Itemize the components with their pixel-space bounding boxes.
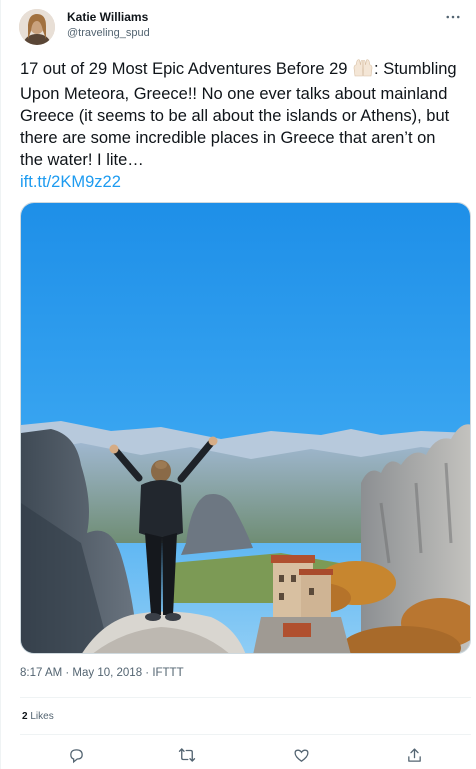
- author-handle[interactable]: @traveling_spud: [67, 27, 150, 39]
- raising-hands-icon: [352, 59, 374, 83]
- retweet-icon[interactable]: [176, 744, 198, 766]
- like-icon[interactable]: [290, 744, 312, 766]
- tweet-timestamp[interactable]: 8:17 AM · May 10, 2018 · IFTTT: [20, 667, 184, 679]
- action-bar: [1, 744, 476, 769]
- likes-stat[interactable]: 2 Likes: [22, 711, 54, 722]
- reply-icon[interactable]: [65, 744, 87, 766]
- tweet-card: Katie Williams @traveling_spud 17 out of…: [0, 0, 476, 769]
- share-icon[interactable]: [403, 744, 425, 766]
- tweet-link[interactable]: ift.tt/2KM9z22: [20, 173, 121, 191]
- likes-count: 2: [22, 711, 28, 722]
- divider: [20, 697, 471, 698]
- tweet-text-part1: 17 out of 29 Most Epic Adventures Before…: [20, 60, 353, 78]
- tweet-photo[interactable]: [20, 202, 471, 654]
- avatar[interactable]: [19, 9, 55, 45]
- more-options-icon[interactable]: [441, 8, 465, 32]
- author-name[interactable]: Katie Williams: [67, 10, 148, 24]
- tweet-text: 17 out of 29 Most Epic Adventures Before…: [20, 58, 460, 193]
- divider: [20, 734, 471, 735]
- likes-label: Likes: [30, 711, 54, 722]
